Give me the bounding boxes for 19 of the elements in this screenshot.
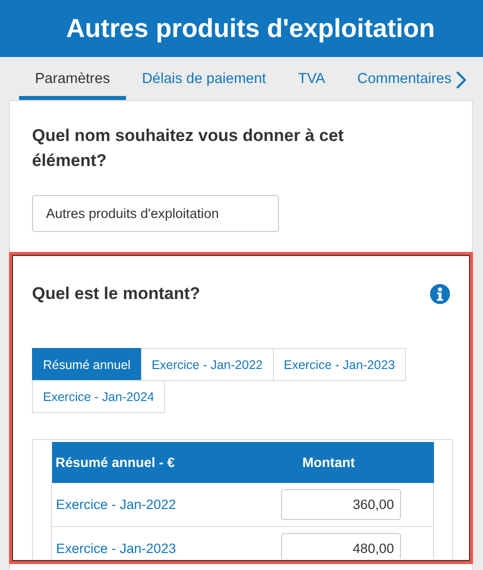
amount-input-field[interactable]: 360,00 bbox=[281, 489, 401, 520]
period-link[interactable]: Exercice - Jan-2022 bbox=[52, 483, 224, 526]
question-heading: Quel est le montant? bbox=[32, 283, 200, 305]
amount-input-field[interactable]: 480,00 bbox=[281, 533, 401, 559]
column-header: Résumé annuel - € bbox=[52, 442, 224, 483]
period-tab[interactable]: Exercice - Jan-2024 bbox=[32, 380, 166, 413]
column-header: Montant bbox=[224, 442, 434, 483]
page-title: Autres produits d'exploitation bbox=[65, 12, 436, 45]
period-tab[interactable]: Résumé annuel bbox=[32, 348, 142, 381]
period-tab[interactable]: Exercice - Jan-2022 bbox=[140, 348, 274, 381]
tab[interactable]: Délais de paiement bbox=[126, 57, 282, 100]
info-icon[interactable] bbox=[430, 284, 450, 304]
period-link[interactable]: Exercice - Jan-2023 bbox=[52, 526, 224, 559]
tab[interactable]: TVA bbox=[282, 57, 342, 100]
period-tab[interactable]: Exercice - Jan-2023 bbox=[272, 348, 406, 381]
tab[interactable]: Commentaires bbox=[341, 57, 468, 100]
chevron-right-icon[interactable] bbox=[456, 70, 466, 88]
name-input-field[interactable]: Autres produits d'exploitation bbox=[32, 195, 279, 232]
question-heading: Quel nom souhaitez vous donner à cet élément? bbox=[32, 125, 345, 172]
